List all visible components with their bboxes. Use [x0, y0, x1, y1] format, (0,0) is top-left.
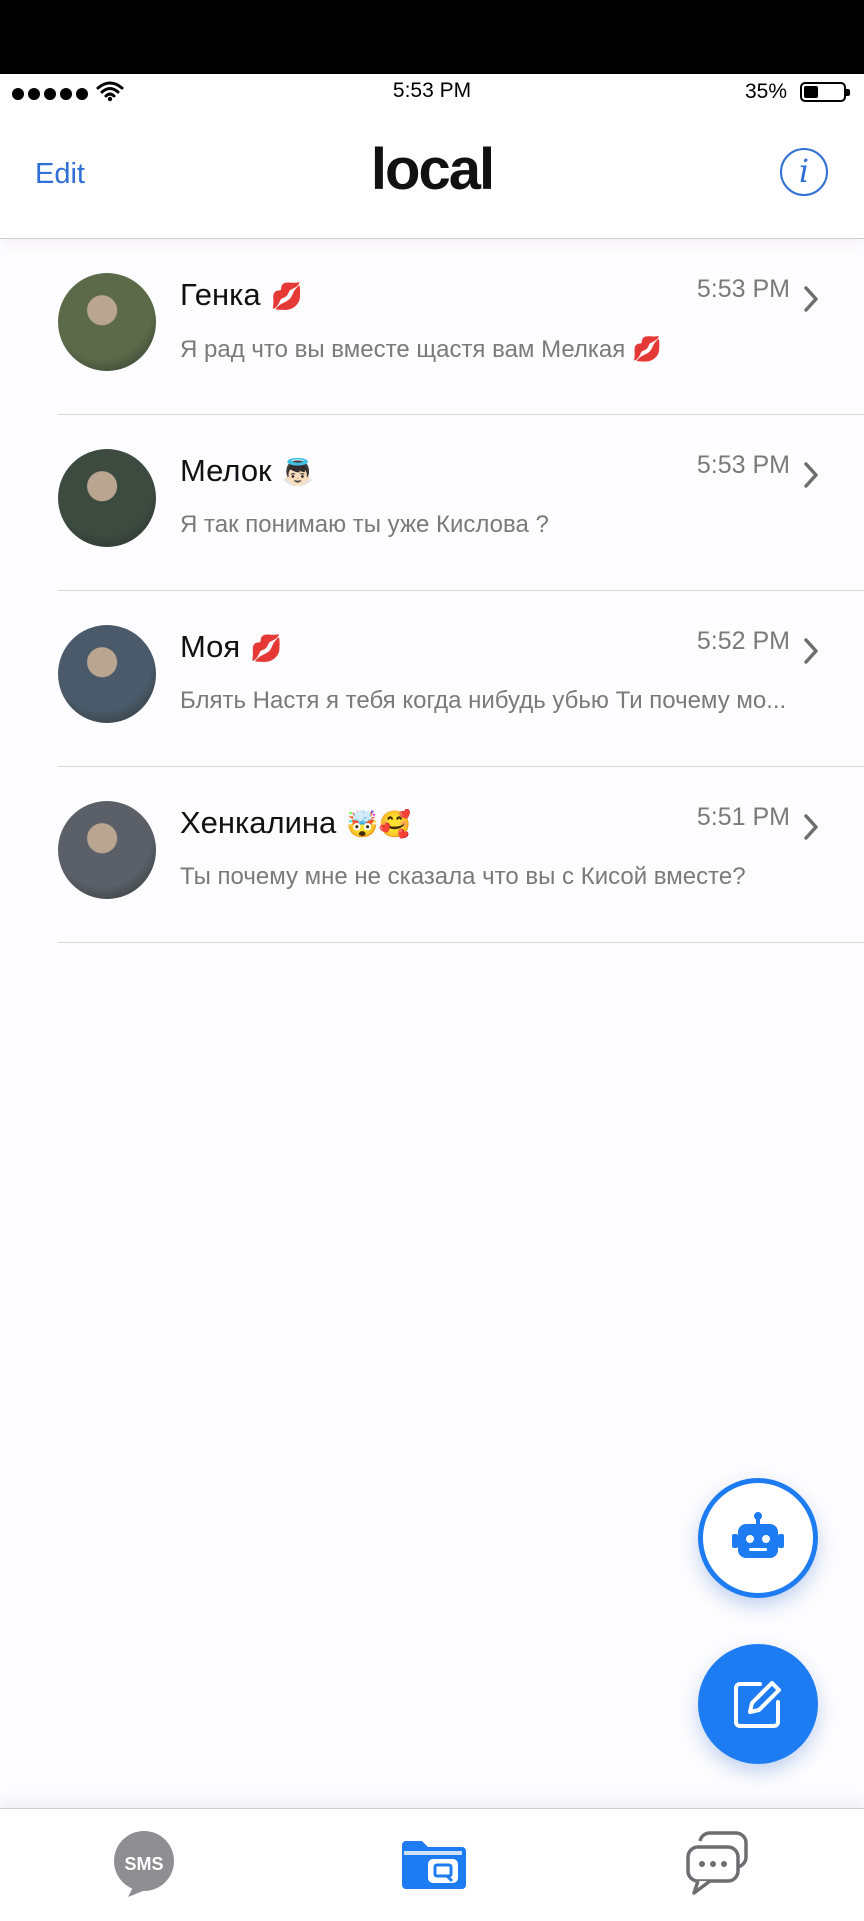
tab-bar: SMS [0, 1808, 864, 1921]
avatar [58, 801, 156, 899]
contact-name: Мелок 👼🏻 [180, 453, 314, 489]
contact-emoji: 🤯🥰 [346, 809, 412, 839]
message-preview: Ты почему мне не сказала что вы с Кисой … [180, 863, 746, 890]
sms-label: SMS [124, 1854, 164, 1874]
message-preview: Я так понимаю ты уже Кислова ? [180, 511, 549, 538]
conversation-row[interactable]: Хенкалина 🤯🥰 5:51 PM Ты почему мне не сказа… [0, 767, 864, 943]
battery-percent: 35% [744, 80, 787, 103]
conversation-row[interactable]: Генка 💋 5:53 PM Я рад что вы вместе щастя в… [0, 239, 864, 415]
tab-sms[interactable]: SMS [104, 1827, 184, 1899]
message-time: 5:51 PM [696, 803, 790, 831]
avatar [58, 625, 156, 723]
tab-local[interactable] [394, 1827, 474, 1899]
contact-name-text: Хенкалина [180, 805, 337, 840]
message-time: 5:53 PM [696, 451, 790, 479]
navigation-bar: Edit local i [0, 110, 864, 239]
contact-emoji: 💋 [250, 633, 283, 663]
bot-button[interactable] [698, 1478, 818, 1598]
message-time: 5:52 PM [696, 627, 790, 655]
info-icon[interactable]: i [780, 148, 828, 196]
contact-name: Генка 💋 [180, 277, 303, 313]
contact-name-text: Генка [180, 277, 261, 312]
contact-name: Моя 💋 [180, 629, 283, 665]
compose-button[interactable] [698, 1644, 818, 1764]
conversation-row[interactable]: Моя 💋 5:52 PM Блять Настя я тебя когда нибу… [0, 591, 864, 767]
contact-name-text: Моя [180, 629, 241, 664]
app-title: local [370, 137, 495, 202]
local-folder-icon [402, 1841, 466, 1889]
avatar [58, 273, 156, 371]
contact-name-text: Мелок [180, 453, 272, 488]
contact-emoji: 👼🏻 [281, 457, 314, 487]
status-time: 5:53 PM [392, 79, 472, 102]
status-bar: 5:53 PM 35% [0, 74, 864, 110]
message-time: 5:53 PM [696, 275, 790, 303]
contact-emoji: 💋 [270, 281, 303, 311]
compose-icon [734, 1681, 781, 1728]
chevron-right-icon [804, 462, 818, 488]
battery-icon [800, 82, 850, 102]
contact-name: Хенкалина 🤯🥰 [180, 805, 411, 841]
top-black-bar [0, 0, 864, 74]
row-divider [58, 942, 864, 943]
tab-chat[interactable] [678, 1827, 758, 1899]
chat-bubbles-icon [686, 1831, 748, 1895]
message-preview: Я рад что вы вместе щастя вам Мелкая 💋 [180, 336, 662, 363]
conversation-row[interactable]: Мелок 👼🏻 5:53 PM Я так понимаю ты уже Кисло… [0, 415, 864, 591]
message-preview: Блять Настя я тебя когда нибудь убью Ти … [180, 687, 787, 714]
chevron-right-icon [804, 286, 818, 312]
robot-icon [732, 1512, 784, 1558]
avatar [58, 449, 156, 547]
chevron-right-icon [804, 638, 818, 664]
chevron-right-icon [804, 814, 818, 840]
